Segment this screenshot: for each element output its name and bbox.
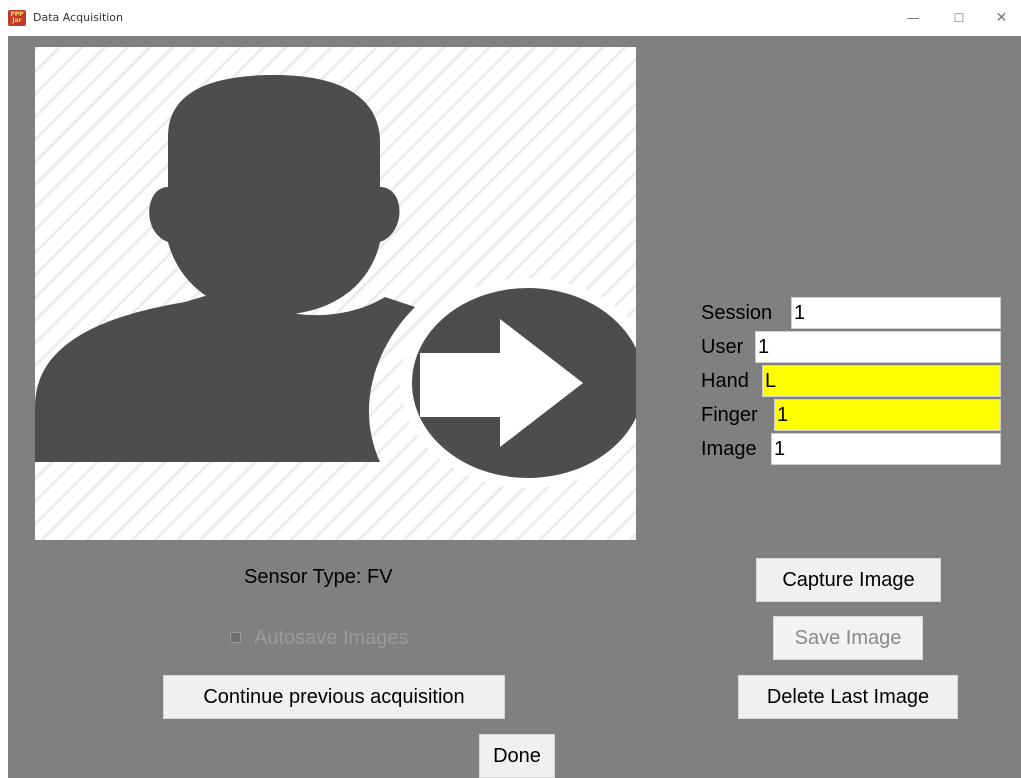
java-app-icon: PPP Jar: [8, 10, 26, 26]
delete-last-image-button[interactable]: Delete Last Image: [738, 675, 958, 719]
user-field[interactable]: [755, 331, 1001, 363]
continue-acquisition-button[interactable]: Continue previous acquisition: [163, 675, 505, 719]
finger-field[interactable]: [774, 399, 1001, 431]
save-image-button[interactable]: Save Image: [773, 616, 923, 660]
app-icon-text-bottom: Jar: [12, 17, 22, 24]
hand-label: Hand: [701, 370, 749, 392]
image-label: Image: [701, 438, 757, 460]
session-field[interactable]: [791, 297, 1001, 329]
autosave-label: Autosave Images: [254, 627, 409, 649]
done-button[interactable]: Done: [479, 734, 555, 778]
hand-field[interactable]: [762, 365, 1001, 397]
image-field[interactable]: [771, 433, 1001, 465]
image-preview-panel: [35, 47, 636, 540]
finger-label: Finger: [701, 404, 758, 426]
title-bar: PPP Jar Data Acquisition — ☐ ✕: [0, 0, 1021, 36]
minimize-button[interactable]: —: [890, 0, 936, 36]
capture-image-button[interactable]: Capture Image: [756, 558, 941, 602]
maximize-button[interactable]: ☐: [936, 0, 982, 36]
session-label: Session: [701, 302, 773, 324]
sensor-type-label: Sensor Type: FV: [244, 566, 393, 588]
user-label: User: [701, 336, 744, 358]
user-arrow-icon: [35, 47, 636, 540]
autosave-checkbox[interactable]: [230, 632, 241, 643]
window-title: Data Acquisition: [33, 11, 124, 24]
close-button[interactable]: ✕: [982, 0, 1021, 36]
